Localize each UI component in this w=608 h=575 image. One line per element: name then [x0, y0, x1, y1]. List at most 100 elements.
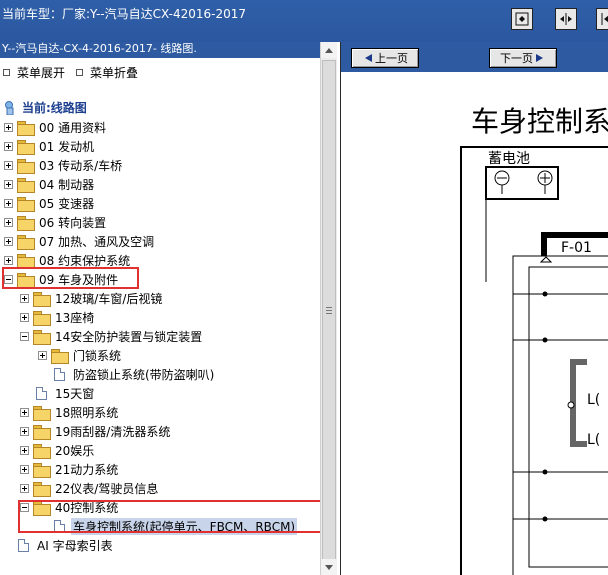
folder-icon: [33, 425, 51, 440]
folder-icon: [17, 178, 35, 193]
tree-item-steering[interactable]: 06 转向装置: [4, 213, 108, 232]
document-icon: [54, 368, 65, 381]
tree-item-general[interactable]: 00 通用资料: [4, 118, 108, 137]
tree-item-label: 12玻璃/车窗/后视镜: [55, 292, 163, 306]
expand-icon[interactable]: [38, 351, 47, 360]
scroll-down-button[interactable]: [321, 559, 337, 575]
tree-item-label: AI 字母索引表: [37, 539, 113, 553]
tree-item-transmission[interactable]: 05 变速器: [4, 194, 96, 213]
tree-item-label: 04 制动器: [39, 178, 95, 192]
tree-item-lighting[interactable]: 18照明系统: [20, 403, 120, 422]
scroll-thumb[interactable]: [322, 60, 336, 560]
pin-label-1: L(: [587, 392, 601, 408]
document-path-title: Y--汽马自达-CX-4-2016-2017- 线路图.: [0, 42, 320, 58]
fit-page-icon: [515, 12, 529, 26]
collapse-icon[interactable]: [20, 332, 29, 341]
expand-icon[interactable]: [4, 123, 13, 132]
menu-toolbar: 菜单展开 菜单折叠: [0, 60, 320, 82]
expand-icon[interactable]: [20, 484, 29, 493]
folder-open-icon: [33, 330, 51, 345]
tree-item-label: 门锁系统: [73, 349, 122, 363]
tree-item-glass[interactable]: 12玻璃/车窗/后视镜: [20, 289, 164, 308]
folder-icon: [17, 121, 35, 136]
expand-icon: [601, 13, 608, 25]
tree-item-label: 21动力系统: [55, 463, 119, 477]
menu-collapse-button[interactable]: 菜单折叠: [76, 64, 138, 81]
folder-icon: [17, 140, 35, 155]
header-bar: 当前车型：厂家:Y--汽马自达CX-42016-2017: [0, 0, 608, 42]
collapse-all-icon: [76, 69, 83, 76]
chevron-down-icon: [325, 564, 333, 570]
menu-expand-label: 菜单展开: [17, 66, 66, 80]
scroll-up-button[interactable]: [321, 42, 337, 58]
menu-expand-button[interactable]: 菜单展开: [3, 64, 65, 81]
expand-icon[interactable]: [20, 446, 29, 455]
tree-item-drivetrain[interactable]: 03 传动系/车桥: [4, 156, 124, 175]
tree-item-label: 13座椅: [55, 311, 95, 325]
expand-icon[interactable]: [4, 237, 13, 246]
tree-root-current[interactable]: 当前:线路图: [4, 98, 89, 117]
highlight-box-body: [2, 267, 139, 289]
arrow-right-icon: [536, 54, 543, 62]
expand-icon[interactable]: [4, 218, 13, 227]
tree-item-wipers[interactable]: 19雨刮器/清洗器系统: [20, 422, 172, 441]
folder-icon: [33, 463, 51, 478]
tree-item-label: 22仪表/驾驶员信息: [55, 482, 159, 496]
tree-item-brakes[interactable]: 04 制动器: [4, 175, 96, 194]
folder-icon: [17, 197, 35, 212]
expand-icon[interactable]: [20, 294, 29, 303]
folder-icon: [33, 406, 51, 421]
wiring-diagram-page: 车身控制系 蓄电池 F-01 L(L(: [341, 72, 608, 575]
tree-item-label: 05 变速器: [39, 197, 95, 211]
tree-item-engine[interactable]: 01 发动机: [4, 137, 96, 156]
expand-icon[interactable]: [4, 180, 13, 189]
tree-item-hvac[interactable]: 07 加热、通风及空调: [4, 232, 156, 251]
menu-collapse-label: 菜单折叠: [90, 66, 139, 80]
expand-icon[interactable]: [20, 313, 29, 322]
tree-item-label: 15天窗: [55, 387, 95, 401]
tree-item-seats[interactable]: 13座椅: [20, 308, 96, 327]
fit-width-button[interactable]: [555, 8, 577, 30]
folder-icon: [33, 444, 51, 459]
tree-item-antitheft[interactable]: 防盗锁止系统(带防盗喇叭): [54, 365, 216, 384]
folder-icon: [33, 311, 51, 326]
fit-width-icon: [560, 13, 572, 25]
tree-item-security[interactable]: 14安全防护装置与锁定装置: [20, 327, 204, 346]
document-icon: [18, 539, 29, 552]
expand-button[interactable]: [596, 8, 608, 30]
expand-icon[interactable]: [4, 256, 13, 265]
expand-icon[interactable]: [4, 142, 13, 151]
grip-icon: [326, 309, 332, 311]
tree-item-label: 18照明系统: [55, 406, 119, 420]
fit-page-button[interactable]: [511, 8, 533, 30]
expand-icon[interactable]: [20, 427, 29, 436]
tree-scrollbar[interactable]: [320, 42, 337, 575]
expand-icon[interactable]: [20, 408, 29, 417]
tree-item-label: 06 转向装置: [39, 216, 107, 230]
expand-icon[interactable]: [4, 161, 13, 170]
next-page-button[interactable]: 下一页: [489, 48, 557, 68]
folder-icon: [51, 349, 69, 364]
expand-icon[interactable]: [20, 465, 29, 474]
tree-item-label: 07 加热、通风及空调: [39, 235, 155, 249]
tree-item-instruments[interactable]: 22仪表/驾驶员信息: [20, 479, 160, 498]
tree-item-power[interactable]: 21动力系统: [20, 460, 120, 479]
tree-item-label: 防盗锁止系统(带防盗喇叭): [73, 368, 215, 382]
tree-item-door-locks[interactable]: 门锁系统: [38, 346, 123, 365]
tree-item-entertainment[interactable]: 20娱乐: [20, 441, 96, 460]
tree-root-label: 当前:线路图: [22, 101, 87, 115]
folder-icon: [33, 292, 51, 307]
folder-icon: [33, 482, 51, 497]
tree-item-sunroof[interactable]: 15天窗: [36, 384, 96, 403]
tree-item-label: 00 通用资料: [39, 121, 107, 135]
tree-item-label: 01 发动机: [39, 140, 95, 154]
chevron-up-icon: [325, 47, 333, 53]
highlight-box-control: [18, 500, 328, 533]
connector-label: F-01: [561, 240, 592, 256]
folder-icon: [17, 254, 35, 269]
current-model-title: 当前车型：厂家:Y--汽马自达CX-42016-2017: [2, 7, 246, 21]
tree-item-index[interactable]: AI 字母索引表: [18, 536, 115, 555]
arrow-left-icon: [365, 54, 372, 62]
expand-icon[interactable]: [4, 199, 13, 208]
prev-page-button[interactable]: 上一页: [351, 48, 419, 68]
